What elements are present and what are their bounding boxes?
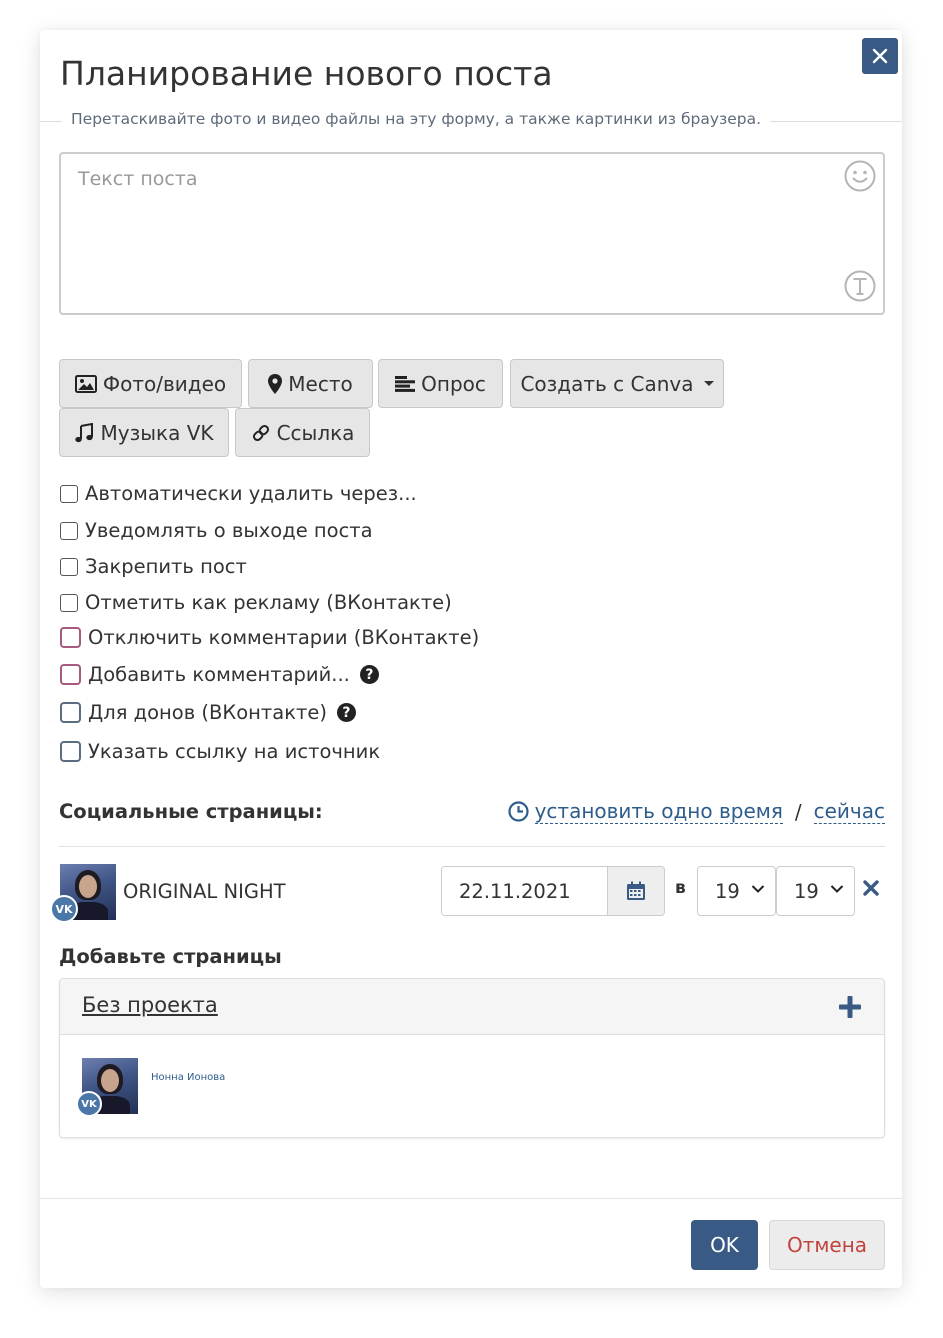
plus-icon[interactable] [838, 995, 862, 1023]
checkbox[interactable] [60, 664, 81, 685]
option-label: Автоматически удалить через... [85, 482, 417, 505]
poll-button[interactable]: Опрос [378, 359, 503, 408]
link-icon [252, 424, 269, 441]
option-pin-post[interactable]: Закрепить пост [60, 555, 247, 578]
text-format-icon[interactable] [843, 269, 877, 307]
cancel-button[interactable]: Отмена [769, 1220, 885, 1270]
project-title-link[interactable]: Без проекта [82, 993, 218, 1017]
checkbox[interactable] [60, 627, 81, 648]
now-link[interactable]: сейчас [813, 799, 885, 824]
option-add-comment[interactable]: Добавить комментарий... ? [60, 663, 379, 686]
time-links: установить одно время / сейчас [507, 799, 885, 824]
checkbox[interactable] [60, 557, 78, 576]
drop-hint: Перетаскивайте фото и видео файлы на эту… [40, 110, 902, 132]
post-text-area[interactable]: Текст поста [59, 152, 885, 315]
poll-label: Опрос [421, 371, 486, 396]
option-source-link[interactable]: Указать ссылку на источник [60, 740, 380, 763]
hour-value: 19 [715, 879, 740, 903]
poll-icon [395, 375, 416, 392]
option-label: Указать ссылку на источник [88, 740, 381, 763]
image-icon [74, 374, 97, 393]
vk-music-button[interactable]: Музыка VK [59, 408, 229, 457]
link-button[interactable]: Ссылка [235, 408, 370, 457]
option-label: Уведомлять о выходе поста [85, 519, 373, 542]
project-panel-header: Без проекта [60, 979, 884, 1035]
question-circle-icon[interactable]: ? [336, 703, 356, 722]
create-with-canva-button[interactable]: Создать с Canva [510, 359, 724, 408]
page-name: ORIGINAL NIGHT [123, 880, 286, 903]
photo-video-label: Фото/видео [102, 371, 227, 396]
footer-divider [40, 1198, 902, 1199]
checkbox[interactable] [60, 593, 78, 612]
date-input[interactable]: 22.11.2021 [442, 867, 607, 915]
publish-date-field[interactable]: 22.11.2021 [441, 866, 665, 916]
option-notify-on-publish[interactable]: Уведомлять о выходе поста [60, 519, 373, 542]
ok-button[interactable]: OK [691, 1220, 758, 1270]
option-for-donors[interactable]: Для донов (ВКонтакте) ? [60, 701, 356, 724]
vk-badge: VK [76, 1091, 102, 1117]
caret-down-icon [703, 381, 714, 386]
option-mark-as-ad[interactable]: Отметить как рекламу (ВКонтакте) [60, 591, 452, 614]
project-panel: Без проекта VK Нонна Ионова [59, 978, 885, 1138]
option-label: Добавить комментарий... [88, 663, 350, 686]
checkbox[interactable] [60, 702, 81, 723]
minute-select[interactable]: 19 [776, 866, 855, 916]
set-one-time-link[interactable]: установить одно время [534, 799, 783, 824]
schedule-post-dialog: Планирование нового поста Перетаскивайте… [40, 30, 902, 1288]
account-name: Нонна Ионова [151, 1072, 226, 1083]
clock-icon [507, 801, 529, 822]
dialog-title: Планирование нового поста [60, 54, 553, 93]
calendar-button[interactable] [607, 867, 664, 915]
post-text-placeholder: Текст поста [78, 168, 198, 190]
drop-hint-text: Перетаскивайте фото и видео файлы на эту… [62, 110, 771, 128]
at-label: в [675, 878, 686, 898]
checkbox[interactable] [60, 741, 81, 762]
option-label: Отключить комментарии (ВКонтакте) [88, 626, 480, 649]
map-marker-icon [268, 373, 283, 394]
calendar-icon [627, 881, 645, 900]
canva-label: Создать с Canva [520, 371, 694, 396]
minute-value: 19 [794, 879, 819, 903]
question-circle-icon[interactable]: ? [359, 665, 379, 684]
place-button[interactable]: Место [248, 359, 373, 408]
section-divider [59, 846, 885, 847]
close-icon [872, 48, 888, 64]
checkbox[interactable] [60, 484, 78, 503]
option-label: Для донов (ВКонтакте) [88, 701, 327, 724]
vk-music-label: Музыка VK [100, 420, 214, 445]
chevron-down-icon [830, 885, 844, 893]
hour-select[interactable]: 19 [697, 866, 776, 916]
checkbox[interactable] [60, 521, 78, 540]
chevron-down-icon [751, 885, 765, 893]
music-icon [75, 422, 94, 442]
photo-video-button[interactable]: Фото/видео [59, 359, 242, 408]
option-auto-delete[interactable]: Автоматически удалить через... [60, 482, 417, 505]
remove-page-icon[interactable] [862, 879, 880, 901]
option-label: Отметить как рекламу (ВКонтакте) [85, 591, 452, 614]
link-separator: / [794, 799, 802, 824]
social-pages-label: Социальные страницы: [59, 800, 323, 823]
place-label: Место [288, 371, 353, 396]
option-disable-comments[interactable]: Отключить комментарии (ВКонтакте) [60, 626, 479, 649]
option-label: Закрепить пост [85, 555, 247, 578]
add-pages-label: Добавьте страницы [59, 945, 282, 968]
link-label: Ссылка [276, 420, 355, 445]
smiley-icon[interactable] [843, 159, 877, 197]
vk-badge: VK [50, 895, 78, 923]
close-button[interactable] [862, 38, 898, 74]
